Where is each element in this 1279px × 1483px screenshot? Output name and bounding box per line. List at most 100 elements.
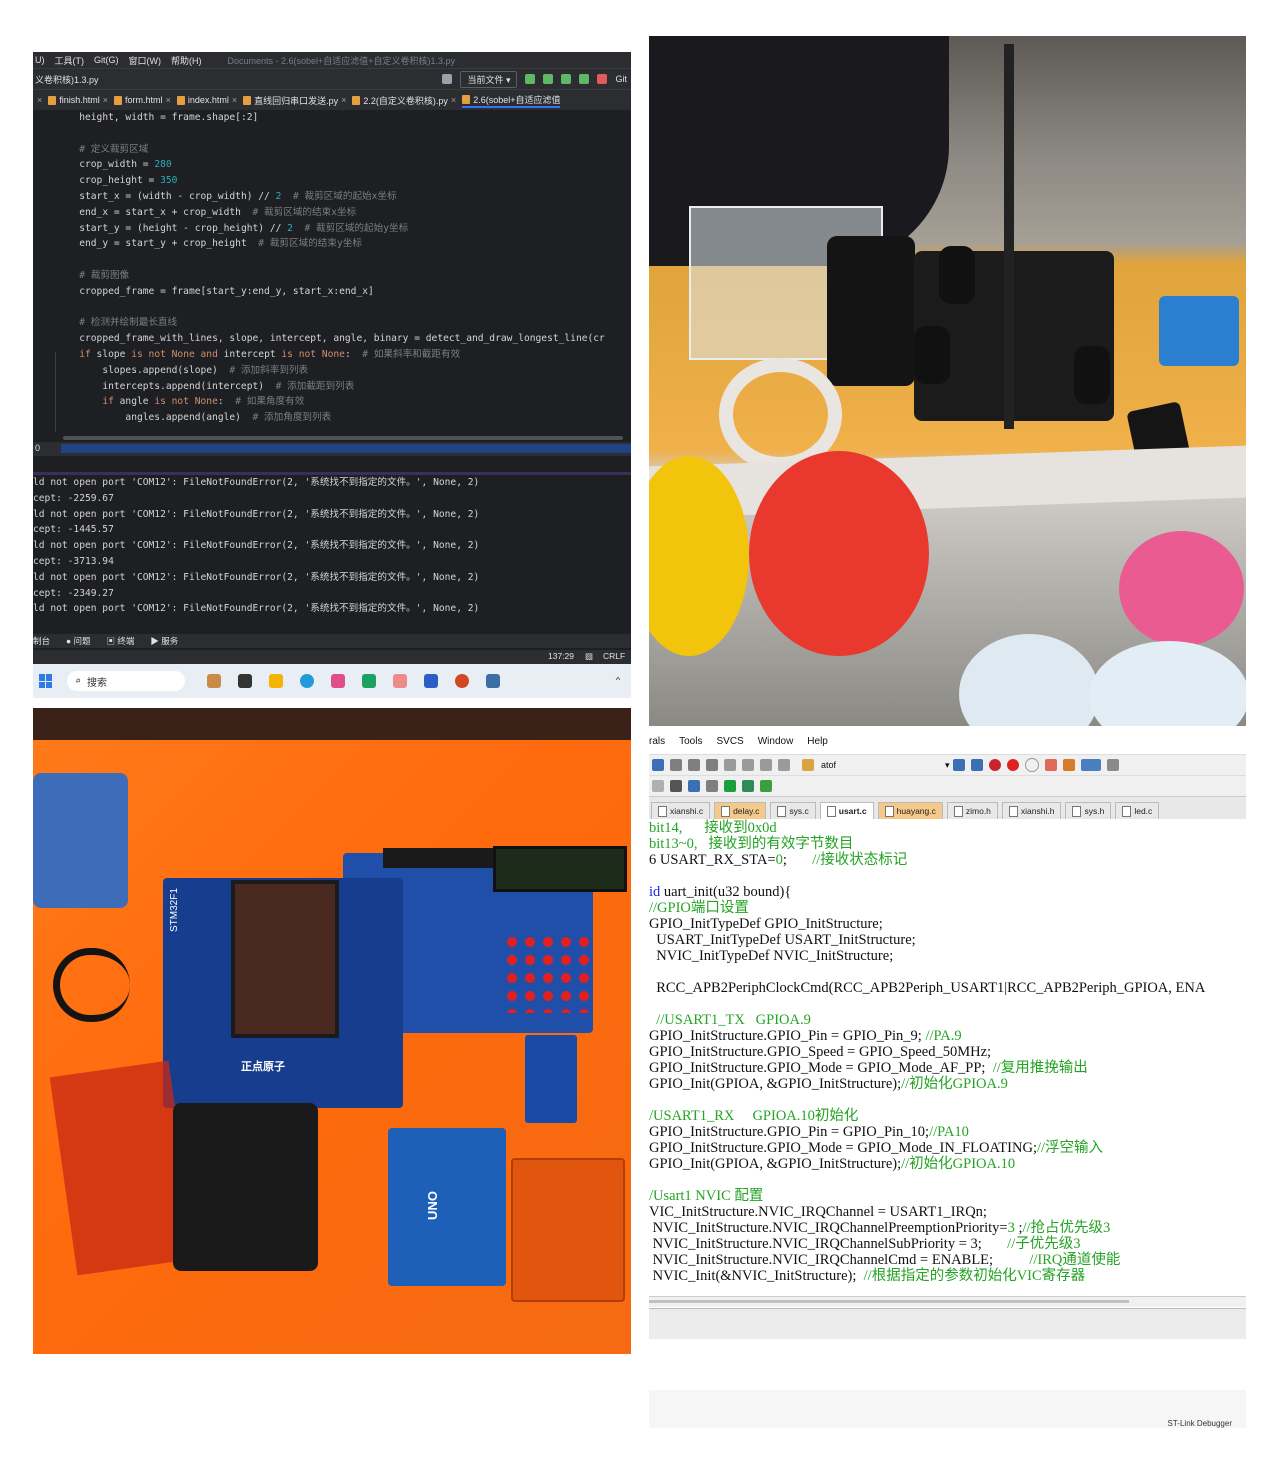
- configure-icon[interactable]: [1106, 759, 1119, 771]
- code-line[interactable]: start_x = (width - crop_width) // 2 # 裁剪…: [33, 189, 631, 205]
- close-icon[interactable]: ×: [103, 95, 108, 105]
- code-line[interactable]: bit13~0, 接收到的有效字节数目: [649, 836, 1246, 852]
- code-line[interactable]: //GPIO端口设置: [649, 900, 1246, 916]
- code-line[interactable]: GPIO_InitStructure.GPIO_Mode = GPIO_Mode…: [649, 1060, 1246, 1076]
- tab-terminal[interactable]: ▣ 终端: [107, 635, 135, 647]
- keil-tab[interactable]: xianshi.c: [651, 802, 711, 819]
- books-icon[interactable]: [706, 780, 718, 792]
- keil-tab[interactable]: sys.c: [770, 802, 816, 819]
- code-line[interactable]: # 检测并绘制最长直线: [33, 315, 631, 331]
- find-combo[interactable]: atof ▾: [799, 759, 950, 771]
- keil-tab[interactable]: delay.c: [714, 802, 767, 819]
- code-line[interactable]: [649, 868, 1246, 884]
- menu-item-tools[interactable]: 工具(T): [55, 54, 85, 67]
- code-line[interactable]: cropped_frame_with_lines, slope, interce…: [33, 331, 631, 347]
- horizontal-scrollbar[interactable]: [649, 1296, 1246, 1307]
- diamond-icon[interactable]: [724, 780, 736, 792]
- template-icon[interactable]: [760, 780, 772, 792]
- code-line[interactable]: bit14, 接收到0x0d: [649, 820, 1246, 836]
- file-explorer-icon[interactable]: [269, 674, 283, 688]
- horizontal-scrollbar[interactable]: [63, 436, 623, 440]
- code-line[interactable]: cropped_frame = frame[start_y:end_y, sta…: [33, 284, 631, 300]
- project-name[interactable]: 义卷积核)1.3.py: [33, 73, 442, 86]
- windows-start-icon[interactable]: [39, 674, 53, 688]
- tab-finish-html[interactable]: finish.html ×: [48, 95, 108, 105]
- code-line[interactable]: USART_InitTypeDef USART_InitStructure;: [649, 932, 1246, 948]
- chevron-up-icon[interactable]: ⌃: [615, 676, 621, 687]
- debug-start-icon[interactable]: [988, 759, 1001, 771]
- code-line[interactable]: NVIC_InitStructure.NVIC_IRQChannelCmd = …: [649, 1252, 1246, 1268]
- cursor-position[interactable]: 137:29: [548, 651, 574, 661]
- code-line[interactable]: end_x = start_x + crop_width # 裁剪区域的结束x坐…: [33, 205, 631, 221]
- code-line[interactable]: height, width = frame.shape[:2]: [33, 110, 631, 126]
- close-icon[interactable]: ×: [37, 95, 42, 105]
- tab-form-html[interactable]: form.html ×: [114, 95, 171, 105]
- close-icon[interactable]: ×: [232, 95, 237, 105]
- code-line[interactable]: 6 USART_RX_STA=0; //接收状态标记: [649, 852, 1246, 868]
- code-line[interactable]: if angle is not None: # 如果角度有效: [33, 394, 631, 410]
- code-line[interactable]: NVIC_InitStructure.NVIC_IRQChannelSubPri…: [649, 1236, 1246, 1252]
- find-in-files-icon[interactable]: [952, 759, 965, 771]
- code-line[interactable]: GPIO_Init(GPIOA, &GPIO_InitStructure);//…: [649, 1156, 1246, 1172]
- tab-problems[interactable]: ● 问题: [66, 635, 91, 647]
- code-line[interactable]: [33, 300, 631, 316]
- code-line[interactable]: GPIO_InitTypeDef GPIO_InitStructure;: [649, 916, 1246, 932]
- code-line[interactable]: crop_height = 350: [33, 173, 631, 189]
- readonly-icon[interactable]: ▨: [585, 651, 593, 662]
- keil-tab[interactable]: xianshi.h: [1001, 802, 1062, 819]
- keil-code-editor[interactable]: bit14, 接收到0x0d bit13~0, 接收到的有效字节数目 6 USART…: [649, 820, 1246, 1284]
- code-line[interactable]: angles.append(angle) # 添加角度到列表: [33, 410, 631, 426]
- line-ending[interactable]: CRLF: [603, 651, 625, 661]
- breakpoint-icon[interactable]: [1006, 759, 1019, 771]
- code-line[interactable]: start_y = (height - crop_height) // 2 # …: [33, 221, 631, 237]
- chevron-down-icon[interactable]: ▾: [945, 760, 950, 771]
- code-line[interactable]: //USART1_TX GPIOA.9: [649, 1012, 1246, 1028]
- code-line[interactable]: NVIC_Init(&NVIC_InitStructure); //根据指定的参…: [649, 1268, 1246, 1284]
- tab-services[interactable]: ▶ 服务: [150, 635, 178, 647]
- run-config-select[interactable]: 当前文件 ▾: [460, 70, 518, 88]
- incremental-find-icon[interactable]: [970, 759, 983, 771]
- indent-left-icon[interactable]: [742, 759, 754, 771]
- code-line[interactable]: /Usart1 NVIC 配置: [649, 1188, 1246, 1204]
- pycharm-icon[interactable]: [362, 674, 376, 688]
- tab-console[interactable]: 制台: [33, 635, 50, 647]
- debug-icon[interactable]: [543, 74, 554, 84]
- tab-index-html[interactable]: index.html ×: [176, 95, 237, 105]
- task-view-icon[interactable]: [238, 674, 252, 688]
- code-line[interactable]: if slope is not None and intercept is no…: [33, 347, 631, 363]
- code-line[interactable]: GPIO_InitStructure.GPIO_Pin = GPIO_Pin_9…: [649, 1028, 1246, 1044]
- code-line[interactable]: end_y = start_y + crop_height # 裁剪区域的结束y…: [33, 236, 631, 252]
- bookmark-next-icon[interactable]: [706, 759, 718, 771]
- code-line[interactable]: [649, 1172, 1246, 1188]
- uncomment-icon[interactable]: [778, 759, 790, 771]
- code-line[interactable]: id uart_init(u32 bound){: [649, 884, 1246, 900]
- options-icon[interactable]: [1062, 759, 1075, 771]
- console-output[interactable]: ld not open port 'COM12': FileNotFoundEr…: [33, 472, 631, 635]
- code-line[interactable]: # 裁剪图像: [33, 268, 631, 284]
- code-line[interactable]: crop_width = 280: [33, 157, 631, 173]
- keil-tab[interactable]: usart.c: [819, 802, 874, 819]
- chevron-down-icon[interactable]: [652, 780, 664, 792]
- code-line[interactable]: GPIO_InitStructure.GPIO_Mode = GPIO_Mode…: [649, 1140, 1246, 1156]
- coverage-icon[interactable]: [561, 74, 572, 84]
- rerun-icon[interactable]: [525, 74, 536, 84]
- bookmark-icon[interactable]: [670, 759, 682, 771]
- function-icon[interactable]: [742, 780, 754, 792]
- bookmark-prev-icon[interactable]: [688, 759, 700, 771]
- widget-icon[interactable]: [207, 674, 221, 688]
- wechat-icon[interactable]: [393, 674, 407, 688]
- code-line[interactable]: GPIO_InitStructure.GPIO_Speed = GPIO_Spe…: [649, 1044, 1246, 1060]
- tab-serial-py[interactable]: 直线回归串口发送.py ×: [243, 94, 346, 107]
- code-line[interactable]: [33, 126, 631, 142]
- menu-item-svcs[interactable]: SVCS: [716, 736, 743, 747]
- app-icon[interactable]: [331, 674, 345, 688]
- menu-item-help[interactable]: Help: [807, 736, 828, 747]
- code-line[interactable]: NVIC_InitTypeDef NVIC_InitStructure;: [649, 948, 1246, 964]
- menu-item-window[interactable]: 窗口(W): [129, 54, 162, 67]
- scrollbar-thumb[interactable]: [649, 1300, 1129, 1303]
- menu-item-window[interactable]: Window: [758, 736, 794, 747]
- keil-tab[interactable]: zimo.h: [946, 802, 998, 819]
- menu-item-git[interactable]: Git(G): [94, 55, 119, 65]
- code-line[interactable]: /USART1_RX GPIOA.10初始化: [649, 1108, 1246, 1124]
- kill-breakpoints-icon[interactable]: [1044, 759, 1057, 771]
